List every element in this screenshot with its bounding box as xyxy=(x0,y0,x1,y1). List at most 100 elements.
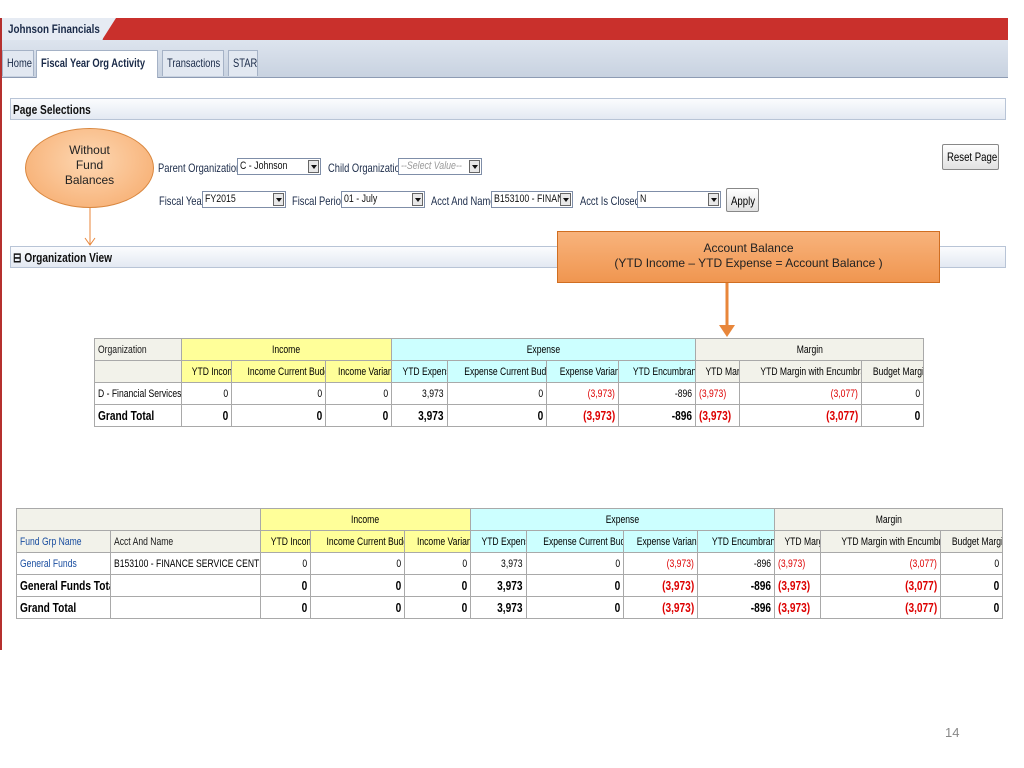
value-cell: (3,077) xyxy=(739,382,862,405)
value-cell: 0 xyxy=(231,404,326,427)
app-title-tab: Johnson Financials xyxy=(2,18,116,40)
value-cell: 0 xyxy=(860,382,925,405)
chevron-down-icon xyxy=(469,160,480,173)
row-label-cell: General Funds Total xyxy=(16,574,111,597)
value-cell: (3,973) xyxy=(623,574,698,597)
org-column-header: Organization xyxy=(94,338,182,361)
value-cell: 0 xyxy=(260,574,311,597)
callout-text: Without Fund Balances xyxy=(64,143,115,187)
expense-group-header: Expense xyxy=(391,338,696,361)
column-header: YTD Margin with Encumbrances xyxy=(820,530,941,553)
value-cell: -896 xyxy=(618,404,696,427)
acct-name-cell: B153100 - FINANCE SERVICE CENTER xyxy=(110,552,261,575)
value-cell: 0 xyxy=(526,574,624,597)
column-header: YTD Expense xyxy=(470,530,527,553)
value-cell: 3,973 xyxy=(391,382,448,405)
value-cell: (3,077) xyxy=(739,404,862,427)
parent-org-select[interactable]: C - Johnson xyxy=(237,158,321,175)
fiscal-year-select[interactable]: FY2015 xyxy=(202,191,286,208)
org-name-cell[interactable]: D - Financial Services xyxy=(94,382,182,405)
account-balance-callout: Account Balance (YTD Income – YTD Expens… xyxy=(557,231,940,283)
acct-name-select[interactable]: B153100 - FINAN xyxy=(491,191,573,208)
tab-label: Fiscal Year Org Activity xyxy=(41,56,146,70)
value-cell: (3,077) xyxy=(820,574,941,597)
acct-name-cell xyxy=(110,574,261,597)
chevron-down-icon xyxy=(560,193,571,206)
reset-page-button[interactable]: Reset Page xyxy=(942,144,999,170)
value-cell: -896 xyxy=(697,574,775,597)
value-cell: 3,973 xyxy=(470,574,527,597)
column-header: Expense Current Budget xyxy=(447,360,547,383)
column-header: YTD Margin xyxy=(774,530,821,553)
column-header: YTD Expense xyxy=(391,360,448,383)
tab-home[interactable]: Home xyxy=(2,50,34,76)
fund-name-cell[interactable]: General Funds xyxy=(16,552,111,575)
child-org-select[interactable]: --Select Value-- xyxy=(398,158,482,175)
tab-star[interactable]: STAR xyxy=(228,50,258,76)
column-header: Income Current Budget xyxy=(231,360,326,383)
value-cell: 0 xyxy=(310,574,405,597)
value-cell: 0 xyxy=(310,552,405,575)
table-group-header-row: Organization Income Expense Margin xyxy=(94,338,925,361)
fiscal-period-select[interactable]: 01 - July xyxy=(341,191,425,208)
value-cell: 0 xyxy=(447,382,547,405)
fiscal-period-label: Fiscal Period xyxy=(292,194,347,208)
column-header: Budget Margin xyxy=(860,360,925,383)
column-header: YTD Income xyxy=(181,360,232,383)
fund-group-table: Income Expense Margin Fund Grp Name Acct… xyxy=(16,508,1004,619)
value-cell: 0 xyxy=(181,404,232,427)
tab-fiscal-year-org-activity[interactable]: Fiscal Year Org Activity xyxy=(36,50,158,78)
tab-transactions[interactable]: Transactions xyxy=(162,50,224,76)
child-org-label: Child Organization xyxy=(328,161,406,175)
fund-grp-name-header[interactable]: Fund Grp Name xyxy=(16,530,111,553)
chevron-down-icon xyxy=(412,193,423,206)
value-cell: (3,077) xyxy=(820,552,941,575)
table-row: D - Financial Services 0 0 0 3,973 0 (3,… xyxy=(94,382,925,405)
value-cell: 0 xyxy=(325,404,392,427)
page-number: 14 xyxy=(945,725,960,740)
tab-bar: Home Fiscal Year Org Activity Transactio… xyxy=(2,40,1008,78)
column-header: Expense Variance xyxy=(623,530,698,553)
value-cell: 0 xyxy=(526,552,624,575)
acct-closed-select[interactable]: N xyxy=(637,191,721,208)
blank-header-cell xyxy=(94,360,182,383)
row-label-cell: Grand Total xyxy=(94,404,182,427)
value-cell: 0 xyxy=(181,382,232,405)
value-cell: (3,973) xyxy=(623,596,698,619)
page-selections-header: Page Selections xyxy=(10,98,1006,120)
value-cell: (3,973) xyxy=(546,404,619,427)
select-value: B153100 - FINAN xyxy=(494,193,564,205)
tab-label: Transactions xyxy=(167,56,221,70)
tab-label: Home xyxy=(7,56,32,70)
column-header: Expense Current Budget xyxy=(526,530,624,553)
acct-name-header: Acct And Name xyxy=(110,530,261,553)
value-cell: 3,973 xyxy=(391,404,448,427)
acct-closed-label: Acct Is Closed xyxy=(580,194,640,208)
tab-label: STAR xyxy=(233,56,258,70)
value-cell: -896 xyxy=(697,552,775,575)
row-label-cell: Grand Total xyxy=(16,596,111,619)
button-label: Reset Page xyxy=(947,150,998,164)
value-cell: 0 xyxy=(404,574,471,597)
value-cell: (3,973) xyxy=(695,404,740,427)
chevron-down-icon xyxy=(708,193,719,206)
expense-group-header: Expense xyxy=(470,508,775,531)
value-cell: -896 xyxy=(697,596,775,619)
value-cell: 0 xyxy=(447,404,547,427)
column-header: Income Variance xyxy=(404,530,471,553)
column-header: Income Variance xyxy=(325,360,392,383)
value-cell: (3,973) xyxy=(546,382,619,405)
income-group-header: Income xyxy=(260,508,471,531)
value-cell: (3,973) xyxy=(695,382,740,405)
value-cell: 3,973 xyxy=(470,596,527,619)
value-cell: 0 xyxy=(939,552,1004,575)
value-cell: 3,973 xyxy=(470,552,527,575)
acct-name-cell xyxy=(110,596,261,619)
margin-group-header: Margin xyxy=(773,508,1004,531)
income-group-header: Income xyxy=(181,338,392,361)
apply-button[interactable]: Apply xyxy=(726,188,759,212)
value-cell: (3,973) xyxy=(774,574,821,597)
value-cell: 0 xyxy=(939,596,1004,619)
value-cell: 0 xyxy=(939,574,1004,597)
organization-view-table: Organization Income Expense Margin YTD I… xyxy=(94,338,925,427)
